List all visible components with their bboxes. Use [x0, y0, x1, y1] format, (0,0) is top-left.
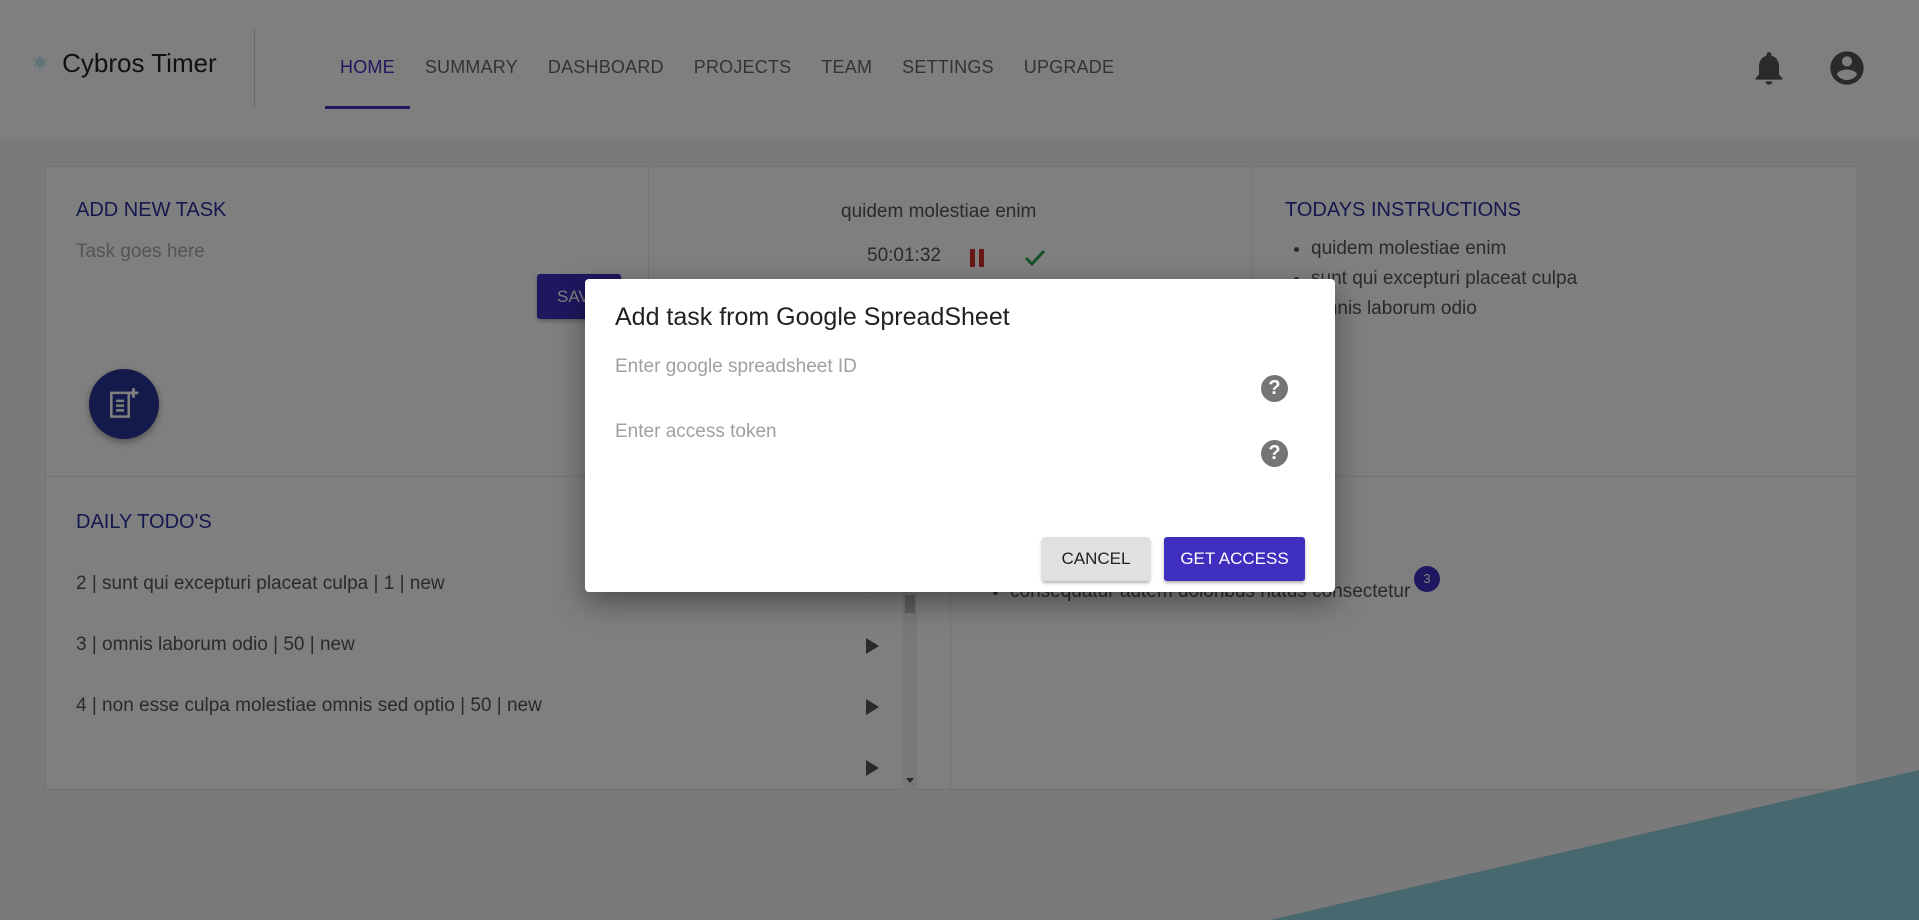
dialog-title: Add task from Google SpreadSheet — [615, 303, 1010, 331]
spreadsheet-id-help-icon[interactable]: ? — [1261, 375, 1288, 402]
spreadsheet-dialog: Add task from Google SpreadSheet ? ? CAN… — [585, 279, 1335, 592]
get-access-button[interactable]: GET ACCESS — [1164, 537, 1305, 581]
access-token-help-icon[interactable]: ? — [1261, 440, 1288, 467]
spreadsheet-id-input[interactable] — [615, 347, 1270, 387]
access-token-input[interactable] — [615, 412, 1270, 452]
cancel-button[interactable]: CANCEL — [1042, 537, 1150, 581]
